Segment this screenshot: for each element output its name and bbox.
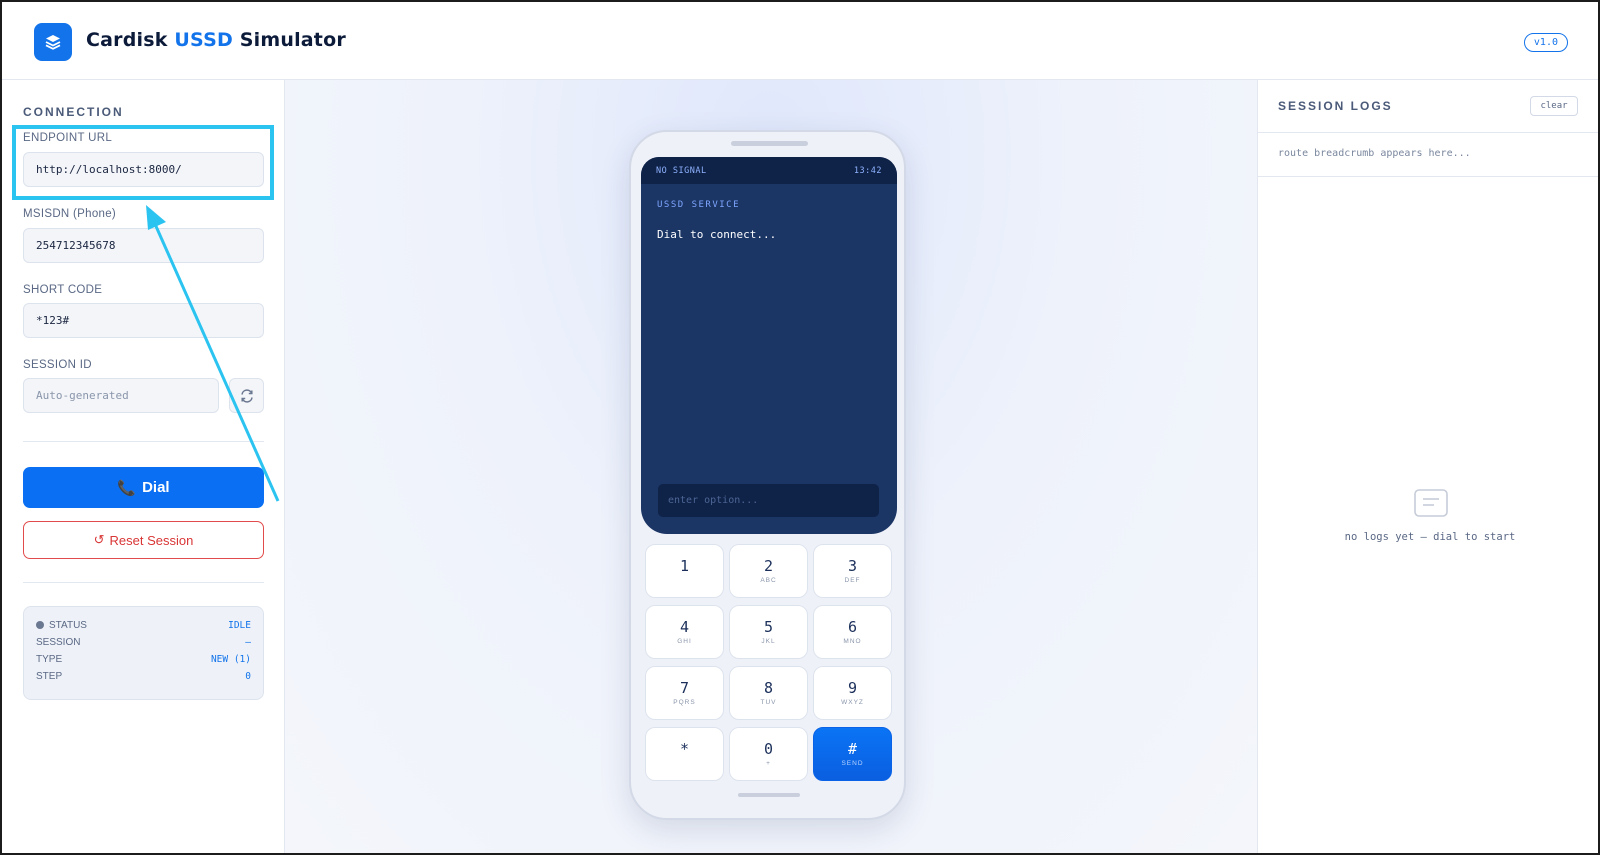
msisdn-label: MSISDN (Phone) <box>23 208 117 220</box>
brand-text: Cardisk <box>86 29 175 51</box>
key-0[interactable]: 0 + <box>729 727 808 781</box>
dial-label: Dial <box>142 479 170 496</box>
key-letters: TUV <box>760 699 777 706</box>
key-number: 5 <box>763 618 774 636</box>
refresh-icon <box>240 388 253 403</box>
key-letters: DEF <box>844 577 861 584</box>
clear-logs-button[interactable]: clear <box>1530 96 1578 116</box>
signal-text: NO SIGNAL <box>656 165 707 176</box>
step-key: STEP <box>36 670 63 682</box>
key-number: 0 <box>763 740 774 758</box>
ussd-message: Dial to connect... <box>657 228 777 241</box>
option-input[interactable] <box>658 484 879 517</box>
status-value: IDLE <box>228 619 251 631</box>
key-star[interactable]: * <box>645 727 724 781</box>
key-7[interactable]: 7 PQRS <box>645 666 724 720</box>
divider <box>23 441 264 442</box>
session-logs-panel: SESSION LOGS clear route breadcrumb appe… <box>1257 80 1598 853</box>
step-row: STEP 0 <box>36 669 251 683</box>
session-id-input[interactable] <box>23 378 219 413</box>
key-3[interactable]: 3 DEF <box>813 544 892 598</box>
key-number: 2 <box>763 557 774 575</box>
dial-button[interactable]: 📞 Dial <box>23 467 264 508</box>
key-number: 6 <box>847 618 858 636</box>
connection-panel: CONNECTION ENDPOINT URL MSISDN (Phone) S… <box>2 80 285 853</box>
key-number: 9 <box>847 679 858 697</box>
step-value: 0 <box>245 670 251 682</box>
phone-statusbar: NO SIGNAL 13:42 <box>641 157 897 184</box>
short-code-input[interactable] <box>23 303 264 338</box>
msisdn-input[interactable] <box>23 228 264 263</box>
key-1[interactable]: 1 <box>645 544 724 598</box>
status-row: STATUS IDLE <box>36 618 251 632</box>
app-window: Cardisk USSD Simulator v1.0 CONNECTION E… <box>0 0 1600 855</box>
key-hash-send[interactable]: # SEND <box>813 727 892 781</box>
reset-session-button[interactable]: ↺ Reset Session <box>23 521 264 559</box>
key-number: * <box>679 740 690 758</box>
key-number: 3 <box>847 557 858 575</box>
session-key: SESSION <box>36 636 81 648</box>
endpoint-label: ENDPOINT URL <box>23 132 113 144</box>
endpoint-url-input[interactable] <box>23 152 264 187</box>
empty-logs-text: no logs yet — dial to start <box>1344 531 1516 543</box>
clock-text: 13:42 <box>853 165 882 176</box>
divider <box>1258 176 1598 177</box>
status-key: STATUS <box>36 620 87 631</box>
phone-icon: 📞 <box>117 479 137 497</box>
key-letters: ABC <box>760 577 777 584</box>
key-letters: SEND <box>841 760 864 767</box>
key-letters: WXYZ <box>841 699 864 706</box>
phone-speaker <box>731 141 808 146</box>
key-number: 7 <box>679 679 690 697</box>
key-4[interactable]: 4 GHI <box>645 605 724 659</box>
reset-icon: ↺ <box>93 532 105 547</box>
status-dot-icon <box>36 621 44 629</box>
divider <box>23 582 264 583</box>
session-id-label: SESSION ID <box>23 359 92 371</box>
short-code-label: SHORT CODE <box>23 284 103 296</box>
key-number: 4 <box>679 618 690 636</box>
key-number: 8 <box>763 679 774 697</box>
version-badge: v1.0 <box>1523 33 1568 52</box>
logs-title: SESSION LOGS <box>1278 99 1393 113</box>
regenerate-session-button[interactable] <box>229 378 264 413</box>
session-value: – <box>245 636 251 648</box>
app-header: Cardisk USSD Simulator v1.0 <box>2 2 1598 80</box>
phone-screen: NO SIGNAL 13:42 USSD SERVICE Dial to con… <box>641 157 897 534</box>
key-letters: + <box>766 760 771 767</box>
type-row: TYPE NEW (1) <box>36 652 251 666</box>
document-icon <box>1414 489 1448 522</box>
type-value: NEW (1) <box>210 653 251 665</box>
reset-label: Reset Session <box>109 532 194 548</box>
brand-text-suffix: Simulator <box>232 29 346 51</box>
key-8[interactable]: 8 TUV <box>729 666 808 720</box>
divider <box>1258 132 1598 133</box>
phone-stage: NO SIGNAL 13:42 USSD SERVICE Dial to con… <box>285 80 1257 853</box>
key-5[interactable]: 5 JKL <box>729 605 808 659</box>
brand-accent: USSD <box>174 29 233 51</box>
service-title: USSD SERVICE <box>657 200 741 210</box>
key-letters: MNO <box>843 638 862 645</box>
home-indicator <box>738 793 800 797</box>
route-breadcrumb: route breadcrumb appears here... <box>1278 148 1471 159</box>
key-9[interactable]: 9 WXYZ <box>813 666 892 720</box>
key-letters: GHI <box>677 638 692 645</box>
key-letters: JKL <box>761 638 776 645</box>
layers-icon <box>34 23 72 61</box>
status-card: STATUS IDLE SESSION – TYPE NEW (1) STEP … <box>23 606 264 700</box>
phone-device: NO SIGNAL 13:42 USSD SERVICE Dial to con… <box>629 130 906 820</box>
key-6[interactable]: 6 MNO <box>813 605 892 659</box>
status-key-text: STATUS <box>49 619 87 631</box>
key-number: 1 <box>679 557 690 575</box>
app-title: Cardisk USSD Simulator <box>86 29 346 51</box>
type-key: TYPE <box>36 653 63 665</box>
session-row: SESSION – <box>36 635 251 649</box>
section-title: CONNECTION <box>23 105 124 119</box>
key-2[interactable]: 2 ABC <box>729 544 808 598</box>
key-number: # <box>847 740 858 758</box>
key-letters: PQRS <box>673 699 696 706</box>
